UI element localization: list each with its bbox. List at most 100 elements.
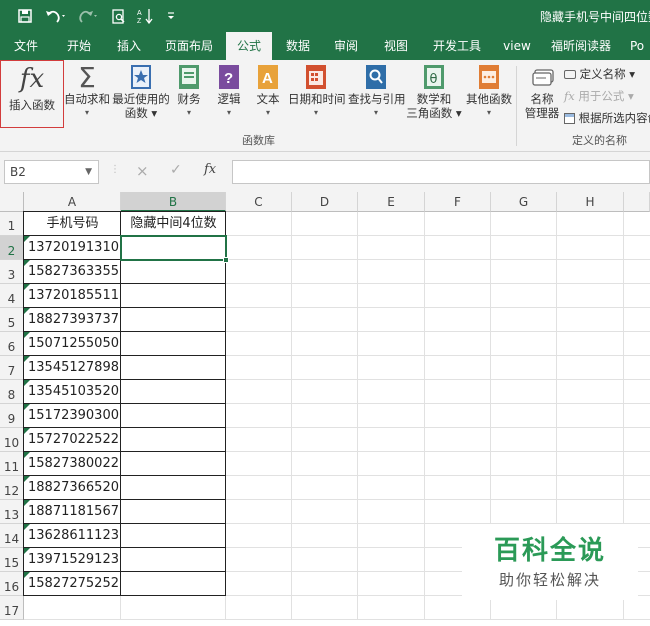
question-book-icon: ? bbox=[218, 64, 240, 90]
tab-foxit-reader[interactable]: 福昕阅读器 bbox=[546, 32, 616, 60]
cell-a1[interactable]: 手机号码 bbox=[24, 212, 121, 236]
ribbon-formulas: fx 插入函数 Σ 自动求和 ▾ 最近使用的 函数 ▾ 财务 ▾ ? 逻辑 ▾ … bbox=[0, 60, 650, 152]
datetime-button[interactable]: 日期和时间 ▾ bbox=[288, 64, 346, 120]
column-header-f[interactable]: F bbox=[425, 192, 491, 212]
create-from-selection-button[interactable]: 根据所选内容创建 bbox=[564, 110, 650, 126]
tab-data[interactable]: 数据 bbox=[280, 32, 316, 60]
enter-icon[interactable]: ✓ bbox=[170, 162, 182, 178]
tab-file[interactable]: 文件 bbox=[6, 32, 46, 60]
tab-power[interactable]: Po bbox=[630, 32, 650, 60]
selected-cell-b2[interactable] bbox=[120, 235, 227, 261]
number-as-text-indicator bbox=[24, 476, 30, 482]
column-header-overflow[interactable] bbox=[624, 192, 650, 212]
recently-used-button[interactable]: 最近使用的 函数 ▾ bbox=[112, 64, 170, 120]
number-as-text-indicator bbox=[24, 572, 30, 578]
row-header-17[interactable]: 17 bbox=[0, 596, 24, 620]
cell-a14[interactable]: 13628611123 bbox=[24, 524, 121, 548]
column-header-c[interactable]: C bbox=[226, 192, 292, 212]
name-box[interactable]: B2 ▼ bbox=[4, 160, 99, 184]
customize-quick-access-icon[interactable] bbox=[162, 0, 180, 32]
cell-a16[interactable]: 15827275252 bbox=[24, 572, 121, 596]
print-preview-icon[interactable] bbox=[108, 0, 130, 32]
text-functions-button[interactable]: A 文本 ▾ bbox=[253, 64, 283, 120]
number-as-text-indicator bbox=[24, 260, 30, 266]
cancel-icon[interactable]: × bbox=[136, 162, 149, 180]
logical-button[interactable]: ? 逻辑 ▾ bbox=[214, 64, 244, 120]
cell-a6[interactable]: 15071255050 bbox=[24, 332, 121, 356]
insert-function-fx-icon[interactable]: fx bbox=[204, 162, 216, 177]
row-header-4[interactable]: 4 bbox=[0, 284, 24, 308]
row-header-2[interactable]: 2 bbox=[0, 236, 24, 260]
undo-icon[interactable] bbox=[42, 0, 70, 32]
column-header-a[interactable]: A bbox=[24, 192, 121, 212]
formula-input[interactable] bbox=[232, 160, 650, 184]
insert-function-button[interactable]: fx 插入函数 bbox=[0, 60, 64, 128]
row-header-5[interactable]: 5 bbox=[0, 308, 24, 332]
select-all-corner[interactable] bbox=[0, 192, 24, 212]
cell-a7[interactable]: 13545127898 bbox=[24, 356, 121, 380]
column-header-h[interactable]: H bbox=[557, 192, 624, 212]
row-header-11[interactable]: 11 bbox=[0, 452, 24, 476]
cell-a15[interactable]: 13971529123 bbox=[24, 548, 121, 572]
cell-a10[interactable]: 15727022522 bbox=[24, 428, 121, 452]
row-header-14[interactable]: 14 bbox=[0, 524, 24, 548]
ribbon-tabs: 文件 开始 插入 页面布局 公式 数据 审阅 视图 开发工具 view 福昕阅读… bbox=[0, 32, 650, 60]
autosum-button[interactable]: Σ 自动求和 ▾ bbox=[62, 64, 112, 120]
row-header-8[interactable]: 8 bbox=[0, 380, 24, 404]
row-header-1[interactable]: 1 bbox=[0, 212, 24, 236]
cell-a4[interactable]: 13720185511 bbox=[24, 284, 121, 308]
tab-view-en[interactable]: view bbox=[500, 32, 534, 60]
use-in-formula-button[interactable]: fx 用于公式 ▾ bbox=[564, 88, 634, 104]
lookup-button[interactable]: 查找与引用 ▾ bbox=[348, 64, 406, 120]
fill-handle[interactable] bbox=[223, 257, 229, 263]
name-box-dropdown-icon[interactable]: ▼ bbox=[85, 161, 92, 183]
row-header-7[interactable]: 7 bbox=[0, 356, 24, 380]
financial-button[interactable]: 财务 ▾ bbox=[174, 64, 204, 120]
row-header-3[interactable]: 3 bbox=[0, 260, 24, 284]
number-as-text-indicator bbox=[24, 356, 30, 362]
svg-text:A: A bbox=[137, 10, 142, 17]
cell-b1[interactable]: 隐藏中间4位数 bbox=[121, 212, 226, 236]
column-header-e[interactable]: E bbox=[358, 192, 425, 212]
math-trig-button[interactable]: θ 数学和 三角函数 ▾ bbox=[406, 64, 462, 120]
row-header-15[interactable]: 15 bbox=[0, 548, 24, 572]
row-header-6[interactable]: 6 bbox=[0, 332, 24, 356]
name-manager-button[interactable]: 名称 管理器 bbox=[520, 64, 564, 120]
gridline-vertical bbox=[357, 212, 358, 620]
tab-view[interactable]: 视图 bbox=[378, 32, 414, 60]
svg-text:?: ? bbox=[224, 70, 233, 87]
save-icon[interactable] bbox=[14, 0, 36, 32]
cell-a9[interactable]: 15172390300 bbox=[24, 404, 121, 428]
tab-insert[interactable]: 插入 bbox=[110, 32, 148, 60]
name-tag-icon bbox=[531, 64, 554, 90]
number-as-text-indicator bbox=[24, 284, 30, 290]
tab-home[interactable]: 开始 bbox=[60, 32, 98, 60]
cell-a11[interactable]: 15827380022 bbox=[24, 452, 121, 476]
column-header-d[interactable]: D bbox=[292, 192, 358, 212]
cell-a12[interactable]: 18827366520 bbox=[24, 476, 121, 500]
calendar-book-icon bbox=[305, 64, 327, 90]
tab-developer[interactable]: 开发工具 bbox=[428, 32, 486, 60]
use-in-formula-label: 用于公式 bbox=[578, 89, 625, 103]
redo-icon[interactable] bbox=[76, 0, 102, 32]
cell-a2[interactable]: 13720191310 bbox=[24, 236, 121, 260]
row-header-16[interactable]: 16 bbox=[0, 572, 24, 596]
column-header-g[interactable]: G bbox=[491, 192, 557, 212]
cell-a5[interactable]: 18827393737 bbox=[24, 308, 121, 332]
row-header-10[interactable]: 10 bbox=[0, 428, 24, 452]
column-header-b[interactable]: B bbox=[121, 192, 226, 212]
define-name-button[interactable]: 定义名称 ▾ bbox=[564, 66, 635, 82]
cell-a3[interactable]: 15827363355 bbox=[24, 260, 121, 284]
tab-formulas[interactable]: 公式 bbox=[226, 32, 272, 60]
cell-a8[interactable]: 13545103520 bbox=[24, 380, 121, 404]
function-library-group-label: 函数库 bbox=[242, 134, 275, 147]
tab-page-layout[interactable]: 页面布局 bbox=[160, 32, 218, 60]
cell-a13[interactable]: 18871181567 bbox=[24, 500, 121, 524]
row-header-13[interactable]: 13 bbox=[0, 500, 24, 524]
tab-review[interactable]: 审阅 bbox=[328, 32, 364, 60]
more-functions-button[interactable]: 其他函数 ▾ bbox=[463, 64, 515, 120]
svg-text:θ: θ bbox=[430, 72, 438, 87]
row-header-12[interactable]: 12 bbox=[0, 476, 24, 500]
sort-icon[interactable]: AZ bbox=[134, 0, 156, 32]
row-header-9[interactable]: 9 bbox=[0, 404, 24, 428]
